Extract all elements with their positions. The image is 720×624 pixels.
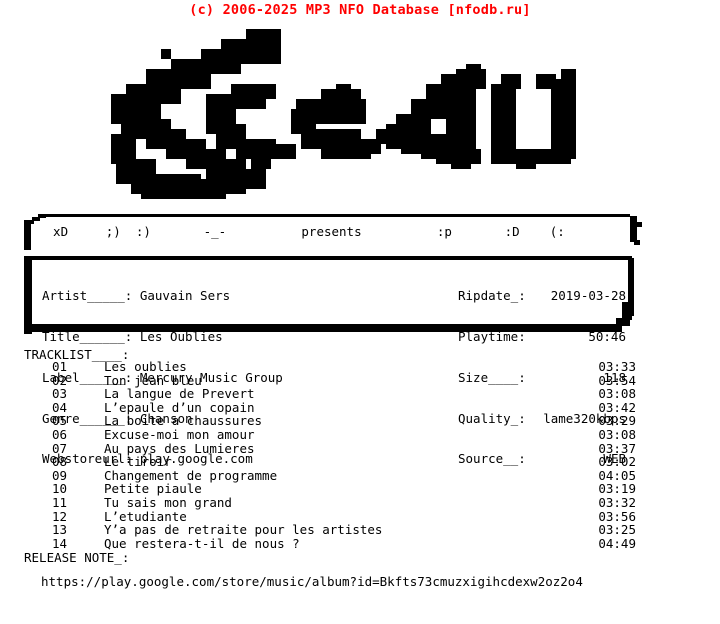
release-note-url[interactable]: https://play.google.com/store/music/albu… xyxy=(41,574,583,589)
nfo-page: (c) 2006-2025 MP3 NFO Database [nfodb.ru… xyxy=(0,0,720,624)
info-value-artist: Gauvain Sers xyxy=(139,288,231,304)
track-number: 07 xyxy=(52,440,68,456)
track-number: 13 xyxy=(52,522,68,538)
track-duration: 03:32 xyxy=(598,494,636,510)
track-duration: 03:33 xyxy=(598,359,636,374)
track-duration: 03:08 xyxy=(598,426,636,442)
copyright-header: (c) 2006-2025 MP3 NFO Database [nfodb.ru… xyxy=(189,2,531,18)
info-label-title: Title______: xyxy=(42,328,133,344)
info-value-playtime: 50:46 xyxy=(588,328,626,344)
track-row: 04 L’epaule d’un copain 03:42 xyxy=(24,399,636,415)
track-title: La boite a chaussures xyxy=(104,413,263,429)
track-title: Excuse-moi mon amour xyxy=(104,426,255,442)
track-number: 06 xyxy=(52,426,68,442)
track-row: 13 Y’a pas de retraite pour les artistes 0… xyxy=(24,522,636,538)
track-title: L’epaule d’un copain xyxy=(104,399,255,415)
track-row: 06 Excuse-moi mon amour 03:08 xyxy=(24,426,636,442)
track-number: 09 xyxy=(52,467,68,483)
info-label-playtime: Playtime: xyxy=(458,328,526,344)
track-row: 14 Que restera-t-il de nous ? 04:49 xyxy=(24,535,636,551)
track-title: Tu sais mon grand xyxy=(104,494,232,510)
track-duration: 04:49 xyxy=(598,535,636,551)
track-row: 10 Petite piaule 03:19 xyxy=(24,481,636,497)
sceau-logo-art xyxy=(111,29,576,199)
track-title: La langue de Prevert xyxy=(104,386,255,402)
track-number: 11 xyxy=(52,494,68,510)
info-row-title: Title______: Les Oublies xyxy=(42,330,283,344)
track-title: Changement de programme xyxy=(104,467,278,483)
track-title: Ton jean bleu xyxy=(104,372,202,388)
track-duration: 03:25 xyxy=(598,522,636,538)
track-number: 01 xyxy=(52,359,68,374)
track-title: Y’a pas de retraite pour les artistes xyxy=(104,522,383,538)
track-row: 11 Tu sais mon grand 03:32 xyxy=(24,494,636,510)
track-row: 09 Changement de programme 04:05 xyxy=(24,467,636,483)
track-duration: 03:42 xyxy=(598,399,636,415)
track-duration: 03:54 xyxy=(598,372,636,388)
track-duration: 03:02 xyxy=(598,454,636,470)
track-number: 02 xyxy=(52,372,68,388)
track-duration: 03:37 xyxy=(598,440,636,456)
sceau-logo xyxy=(96,28,596,200)
presents-bar: xD ;) :) -_- presents :p :D (: xyxy=(24,214,644,250)
info-label-artist: Artist_____: xyxy=(42,288,133,304)
track-title: Au pays des Lumieres xyxy=(104,440,255,456)
track-row: 08 Le tiroir 03:02 xyxy=(24,454,636,470)
track-number: 14 xyxy=(52,535,68,551)
track-number: 10 xyxy=(52,481,68,497)
track-row: 02 Ton jean bleu 03:54 xyxy=(24,372,636,388)
track-title: Le tiroir xyxy=(104,454,172,470)
info-value-ripdate: 2019-03-28 xyxy=(550,288,626,304)
track-number: 12 xyxy=(52,508,68,524)
track-title: Petite piaule xyxy=(104,481,202,497)
track-row: 05 La boite a chaussures 03:29 xyxy=(24,413,636,429)
track-row: 03 La langue de Prevert 03:08 xyxy=(24,386,636,402)
track-duration: 03:19 xyxy=(598,481,636,497)
track-number: 08 xyxy=(52,454,68,470)
track-duration: 03:29 xyxy=(598,413,636,429)
track-title: L’etudiante xyxy=(104,508,187,524)
track-row: 01 Les oublies 03:33 xyxy=(24,359,636,374)
track-row: 12 L’etudiante 03:56 xyxy=(24,508,636,524)
info-label-ripdate: Ripdate_: xyxy=(458,288,526,304)
tracklist: 01 Les oublies 03:33 02 Ton jean bleu 03:54 03… xyxy=(24,359,636,551)
info-value-title: Les Oublies xyxy=(139,328,223,344)
track-title: Les oublies xyxy=(104,359,187,374)
info-row-artist: Artist_____: Gauvain Sers xyxy=(42,289,283,303)
track-duration: 03:08 xyxy=(598,386,636,402)
track-row: 07 Au pays des Lumieres 03:37 xyxy=(24,440,636,456)
track-number: 03 xyxy=(52,386,68,402)
info-row-playtime: Playtime: 50:46 xyxy=(458,330,626,344)
track-duration: 04:05 xyxy=(598,467,636,483)
presents-bar-text: xD ;) :) -_- presents :p :D (: xyxy=(38,224,565,239)
info-row-ripdate: Ripdate_: 2019-03-28 xyxy=(458,289,626,303)
track-title: Que restera-t-il de nous ? xyxy=(104,535,300,551)
release-note-heading: RELEASE NOTE_: xyxy=(24,550,130,565)
track-number: 05 xyxy=(52,413,68,429)
track-duration: 03:56 xyxy=(598,508,636,524)
track-number: 04 xyxy=(52,399,68,415)
